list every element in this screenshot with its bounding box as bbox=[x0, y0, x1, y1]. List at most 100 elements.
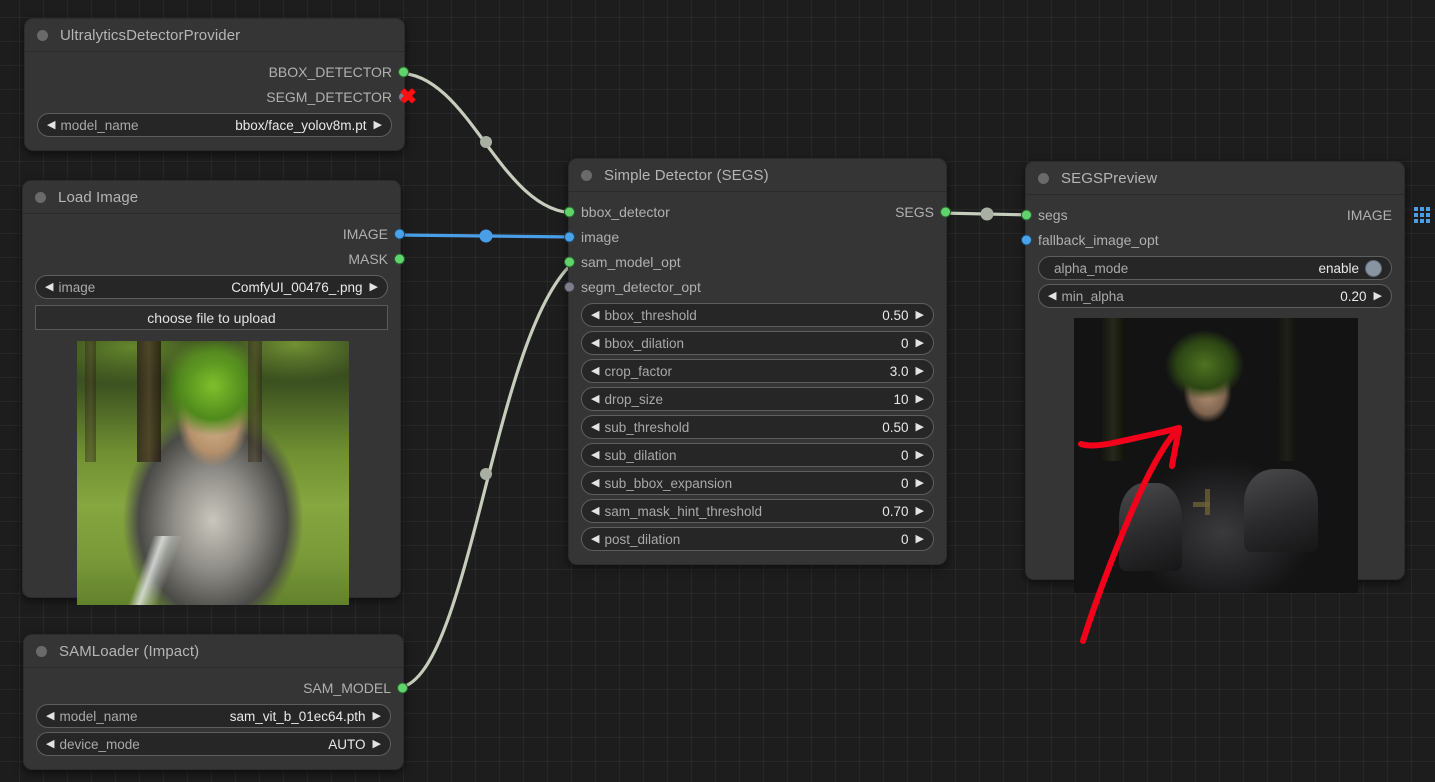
link-midpoint-dot[interactable] bbox=[479, 229, 493, 243]
widget-label: image bbox=[58, 279, 96, 295]
chevron-left-icon[interactable]: ◀ bbox=[45, 281, 53, 293]
node-header[interactable]: Simple Detector (SEGS) bbox=[569, 159, 946, 192]
socket-dot-segs[interactable] bbox=[940, 206, 951, 217]
input-slot-sam-model-opt[interactable]: sam_model_opt bbox=[564, 249, 946, 274]
chevron-left-icon[interactable]: ◀ bbox=[591, 365, 599, 377]
chevron-right-icon[interactable]: ▶ bbox=[373, 710, 381, 722]
node-header[interactable]: UltralyticsDetectorProvider bbox=[25, 19, 404, 52]
chevron-right-icon[interactable]: ▶ bbox=[373, 738, 381, 750]
widget-label: post_dilation bbox=[604, 531, 681, 547]
widget-label: sub_dilation bbox=[604, 447, 677, 463]
chevron-left-icon[interactable]: ◀ bbox=[47, 119, 55, 131]
input-slot-segm-detector-opt[interactable]: segm_detector_opt bbox=[564, 274, 946, 299]
node-header[interactable]: Load Image bbox=[23, 181, 400, 214]
socket-dot-mask[interactable] bbox=[394, 253, 405, 264]
collapse-dot-icon[interactable] bbox=[37, 29, 48, 41]
output-slot-image[interactable]: IMAGE bbox=[23, 221, 405, 246]
socket-dot-image[interactable] bbox=[564, 231, 575, 242]
chevron-right-icon[interactable]: ▶ bbox=[916, 421, 924, 433]
chevron-left-icon[interactable]: ◀ bbox=[591, 505, 599, 517]
link-midpoint-dot[interactable] bbox=[480, 136, 492, 148]
node-body: SAM_MODEL ◀ model_name sam_vit_b_01ec64.… bbox=[24, 668, 408, 769]
output-slot-mask[interactable]: MASK bbox=[23, 246, 405, 271]
link-image bbox=[395, 233, 576, 239]
chevron-right-icon[interactable]: ▶ bbox=[916, 505, 924, 517]
socket-dot-bbox-detector[interactable] bbox=[564, 206, 575, 217]
chevron-left-icon[interactable]: ◀ bbox=[591, 337, 599, 349]
toggle-knob-icon[interactable] bbox=[1365, 259, 1382, 277]
chevron-left-icon[interactable]: ◀ bbox=[591, 393, 599, 405]
chevron-left-icon[interactable]: ◀ bbox=[591, 477, 599, 489]
artwork-canopy bbox=[77, 341, 349, 400]
input-slot-image[interactable]: image bbox=[564, 224, 946, 249]
chevron-right-icon[interactable]: ▶ bbox=[916, 309, 924, 321]
widget-sub-dilation[interactable]: ◀ sub_dilation 0 ▶ bbox=[581, 443, 934, 467]
widget-value: AUTO bbox=[328, 736, 366, 752]
node-header[interactable]: SEGSPreview bbox=[1026, 162, 1404, 195]
chevron-right-icon[interactable]: ▶ bbox=[916, 337, 924, 349]
link-midpoint-dot[interactable] bbox=[980, 207, 994, 221]
collapse-dot-icon[interactable] bbox=[1038, 172, 1049, 184]
socket-dot-image[interactable] bbox=[394, 228, 405, 239]
output-slot-sam-model[interactable]: SAM_MODEL bbox=[24, 675, 408, 700]
socket-dot-bbox-detector[interactable] bbox=[398, 66, 409, 77]
socket-dot-sam-model-opt[interactable] bbox=[564, 256, 575, 267]
socket-dot-fallback-image-opt[interactable] bbox=[1021, 234, 1032, 245]
chevron-left-icon[interactable]: ◀ bbox=[591, 421, 599, 433]
chevron-right-icon[interactable]: ▶ bbox=[1374, 290, 1382, 302]
socket-dot-sam-model[interactable] bbox=[397, 682, 408, 693]
chevron-right-icon[interactable]: ▶ bbox=[374, 119, 382, 131]
node-simple-detector-segs[interactable]: Simple Detector (SEGS) bbox_detector SEG… bbox=[564, 158, 951, 565]
chevron-left-icon[interactable]: ◀ bbox=[46, 710, 54, 722]
chevron-left-icon[interactable]: ◀ bbox=[1048, 290, 1056, 302]
chevron-right-icon[interactable]: ▶ bbox=[916, 449, 924, 461]
node-ultralytics-detector-provider[interactable]: UltralyticsDetectorProvider BBOX_DETECTO… bbox=[24, 18, 417, 151]
chevron-left-icon[interactable]: ◀ bbox=[591, 449, 599, 461]
image-preview-load-image[interactable] bbox=[77, 341, 349, 605]
chevron-right-icon[interactable]: ▶ bbox=[916, 365, 924, 377]
input-slot-label: segs bbox=[1038, 206, 1068, 223]
widget-model-name[interactable]: ◀ model_name bbox/face_yolov8m.pt ▶ bbox=[37, 113, 392, 137]
node-sam-loader-impact[interactable]: SAMLoader (Impact) SAM_MODEL ◀ model_nam… bbox=[23, 634, 408, 770]
node-load-image[interactable]: Load Image IMAGE MASK ◀ image ComfyUI_00… bbox=[22, 180, 405, 605]
widget-post-dilation[interactable]: ◀ post_dilation 0 ▶ bbox=[581, 527, 934, 551]
collapse-dot-icon[interactable] bbox=[35, 191, 46, 203]
chevron-left-icon[interactable]: ◀ bbox=[591, 309, 599, 321]
chevron-right-icon[interactable]: ▶ bbox=[370, 281, 378, 293]
chevron-right-icon[interactable]: ▶ bbox=[916, 533, 924, 545]
socket-dot-segs[interactable] bbox=[1021, 209, 1032, 220]
widget-alpha-mode[interactable]: alpha_mode enable bbox=[1038, 256, 1392, 280]
input-slot-fallback-image-opt[interactable]: fallback_image_opt bbox=[1021, 227, 1404, 252]
comfyui-graph-canvas[interactable]: UltralyticsDetectorProvider BBOX_DETECTO… bbox=[0, 0, 1435, 782]
widget-model-name[interactable]: ◀ model_name sam_vit_b_01ec64.pth ▶ bbox=[36, 704, 391, 728]
node-header[interactable]: SAMLoader (Impact) bbox=[24, 635, 403, 668]
widget-sam-mask-hint-threshold[interactable]: ◀ sam_mask_hint_threshold 0.70 ▶ bbox=[581, 499, 934, 523]
widget-min-alpha[interactable]: ◀ min_alpha 0.20 ▶ bbox=[1038, 284, 1392, 308]
image-preview-segs[interactable] bbox=[1074, 318, 1358, 593]
output-slot-bbox-detector[interactable]: BBOX_DETECTOR bbox=[25, 59, 409, 84]
input-slot-label: sam_model_opt bbox=[581, 253, 681, 270]
collapse-dot-icon[interactable] bbox=[581, 169, 592, 181]
output-slot-label: SEGS bbox=[895, 203, 934, 220]
chevron-right-icon[interactable]: ▶ bbox=[916, 393, 924, 405]
chevron-left-icon[interactable]: ◀ bbox=[46, 738, 54, 750]
grid-icon[interactable] bbox=[1414, 206, 1430, 223]
collapse-dot-icon[interactable] bbox=[36, 645, 47, 657]
chevron-left-icon[interactable]: ◀ bbox=[591, 533, 599, 545]
artwork-tree bbox=[85, 341, 97, 463]
widget-sub-bbox-expansion[interactable]: ◀ sub_bbox_expansion 0 ▶ bbox=[581, 471, 934, 495]
link-midpoint-dot[interactable] bbox=[480, 468, 492, 480]
widget-bbox-threshold[interactable]: ◀ bbox_threshold 0.50 ▶ bbox=[581, 303, 934, 327]
widget-crop-factor[interactable]: ◀ crop_factor 3.0 ▶ bbox=[581, 359, 934, 383]
widget-bbox-dilation[interactable]: ◀ bbox_dilation 0 ▶ bbox=[581, 331, 934, 355]
socket-dot-segm-detector-opt[interactable] bbox=[564, 281, 575, 292]
chevron-right-icon[interactable]: ▶ bbox=[916, 477, 924, 489]
widget-device-mode[interactable]: ◀ device_mode AUTO ▶ bbox=[36, 732, 391, 756]
widget-drop-size[interactable]: ◀ drop_size 10 ▶ bbox=[581, 387, 934, 411]
widget-sub-threshold[interactable]: ◀ sub_threshold 0.50 ▶ bbox=[581, 415, 934, 439]
upload-file-button[interactable]: choose file to upload bbox=[35, 305, 388, 330]
node-segs-preview[interactable]: SEGSPreview segs IMAGE fallback_image_op… bbox=[1021, 161, 1430, 593]
output-slot-segm-detector[interactable]: SEGM_DETECTOR ✖ bbox=[25, 84, 417, 109]
output-slot-label: MASK bbox=[348, 250, 388, 267]
widget-image[interactable]: ◀ image ComfyUI_00476_.png ▶ bbox=[35, 275, 388, 299]
